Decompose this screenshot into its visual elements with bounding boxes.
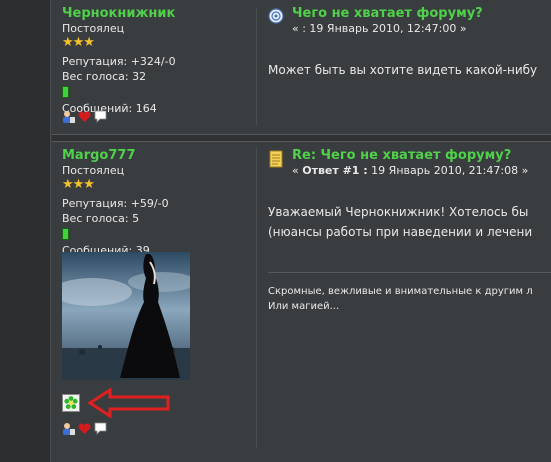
- signature-line: Или магией...: [268, 301, 340, 312]
- post-body-line: (нюансы работы при наведении и лечени: [268, 225, 533, 239]
- post-signature: Скромные, вежливые и внимательные к друг…: [268, 284, 533, 314]
- post-meta: « Ответ #1 : 19 Январь 2010, 21:47:08 »: [292, 164, 528, 178]
- author-actions: [62, 422, 107, 435]
- reply-post-icon: [268, 150, 284, 172]
- speech-bubble-icon[interactable]: [94, 422, 107, 435]
- left-sidebar-strip: [0, 0, 51, 462]
- post-title-link[interactable]: Re: Чего не хватает форуму?: [292, 148, 528, 164]
- author-name-link[interactable]: Чернокнижник: [62, 6, 242, 22]
- signature-divider: [268, 272, 551, 273]
- red-arrow-annotation: [88, 388, 170, 418]
- post-author-panel: Чернокнижник Постоялец ★★★ Репутация: +3…: [62, 6, 242, 116]
- post-header: Re: Чего не хватает форуму? « Ответ #1 :…: [268, 148, 528, 178]
- post-1: Чернокнижник Постоялец ★★★ Репутация: +3…: [52, 0, 551, 134]
- profile-icon[interactable]: [62, 110, 75, 123]
- profile-icon[interactable]: [62, 422, 75, 435]
- author-reputation: Репутация: +59/-0: [62, 197, 169, 210]
- author-actions: [62, 110, 107, 123]
- author-name-link[interactable]: Margo777: [62, 148, 242, 164]
- heart-icon[interactable]: [78, 110, 91, 123]
- post-2: Margo777 Постоялец ★★★ Репутация: +59/-0…: [52, 140, 551, 462]
- icq-flower-icon[interactable]: [62, 394, 80, 412]
- post-body: Может быть вы хотите видеть какой-нибу: [268, 63, 538, 77]
- post-date: 19 Январь 2010, 21:47:08 »: [367, 164, 529, 177]
- rank-stars: ★★★: [62, 35, 95, 50]
- heart-icon[interactable]: [78, 422, 91, 435]
- topic-icon: [268, 8, 284, 28]
- author-vote-weight: Вес голоса: 32: [62, 70, 147, 83]
- vote-weight-bar: [62, 228, 69, 240]
- post-title-link[interactable]: Чего не хватает форуму?: [292, 6, 483, 22]
- rank-stars: ★★★: [62, 177, 95, 192]
- post-body-line: Уважаемый Чернокнижник! Хотелось бы: [268, 205, 529, 219]
- post-meta: « : 19 Январь 2010, 12:47:00 »: [292, 22, 467, 35]
- reply-number: Ответ #1 :: [302, 164, 368, 177]
- author-vote-weight: Вес голоса: 5: [62, 212, 140, 225]
- post-author-panel: Margo777 Постоялец ★★★ Репутация: +59/-0…: [62, 148, 242, 258]
- meta-prefix: «: [292, 164, 303, 177]
- vote-weight-bar: [62, 86, 69, 98]
- post-divider: [256, 8, 257, 126]
- author-rank: Постоялец: [62, 22, 125, 35]
- author-reputation: Репутация: +324/-0: [62, 55, 176, 68]
- author-rank: Постоялец: [62, 164, 125, 177]
- post-body: Уважаемый Чернокнижник! Хотелось бы (нюа…: [268, 202, 532, 242]
- thread-frame: Чернокнижник Постоялец ★★★ Репутация: +3…: [52, 0, 551, 462]
- speech-bubble-icon[interactable]: [94, 110, 107, 123]
- signature-line: Скромные, вежливые и внимательные к друг…: [268, 286, 533, 297]
- author-avatar: [62, 252, 190, 380]
- post-divider: [256, 148, 257, 448]
- post-header: Чего не хватает форуму? « : 19 Январь 20…: [268, 6, 483, 36]
